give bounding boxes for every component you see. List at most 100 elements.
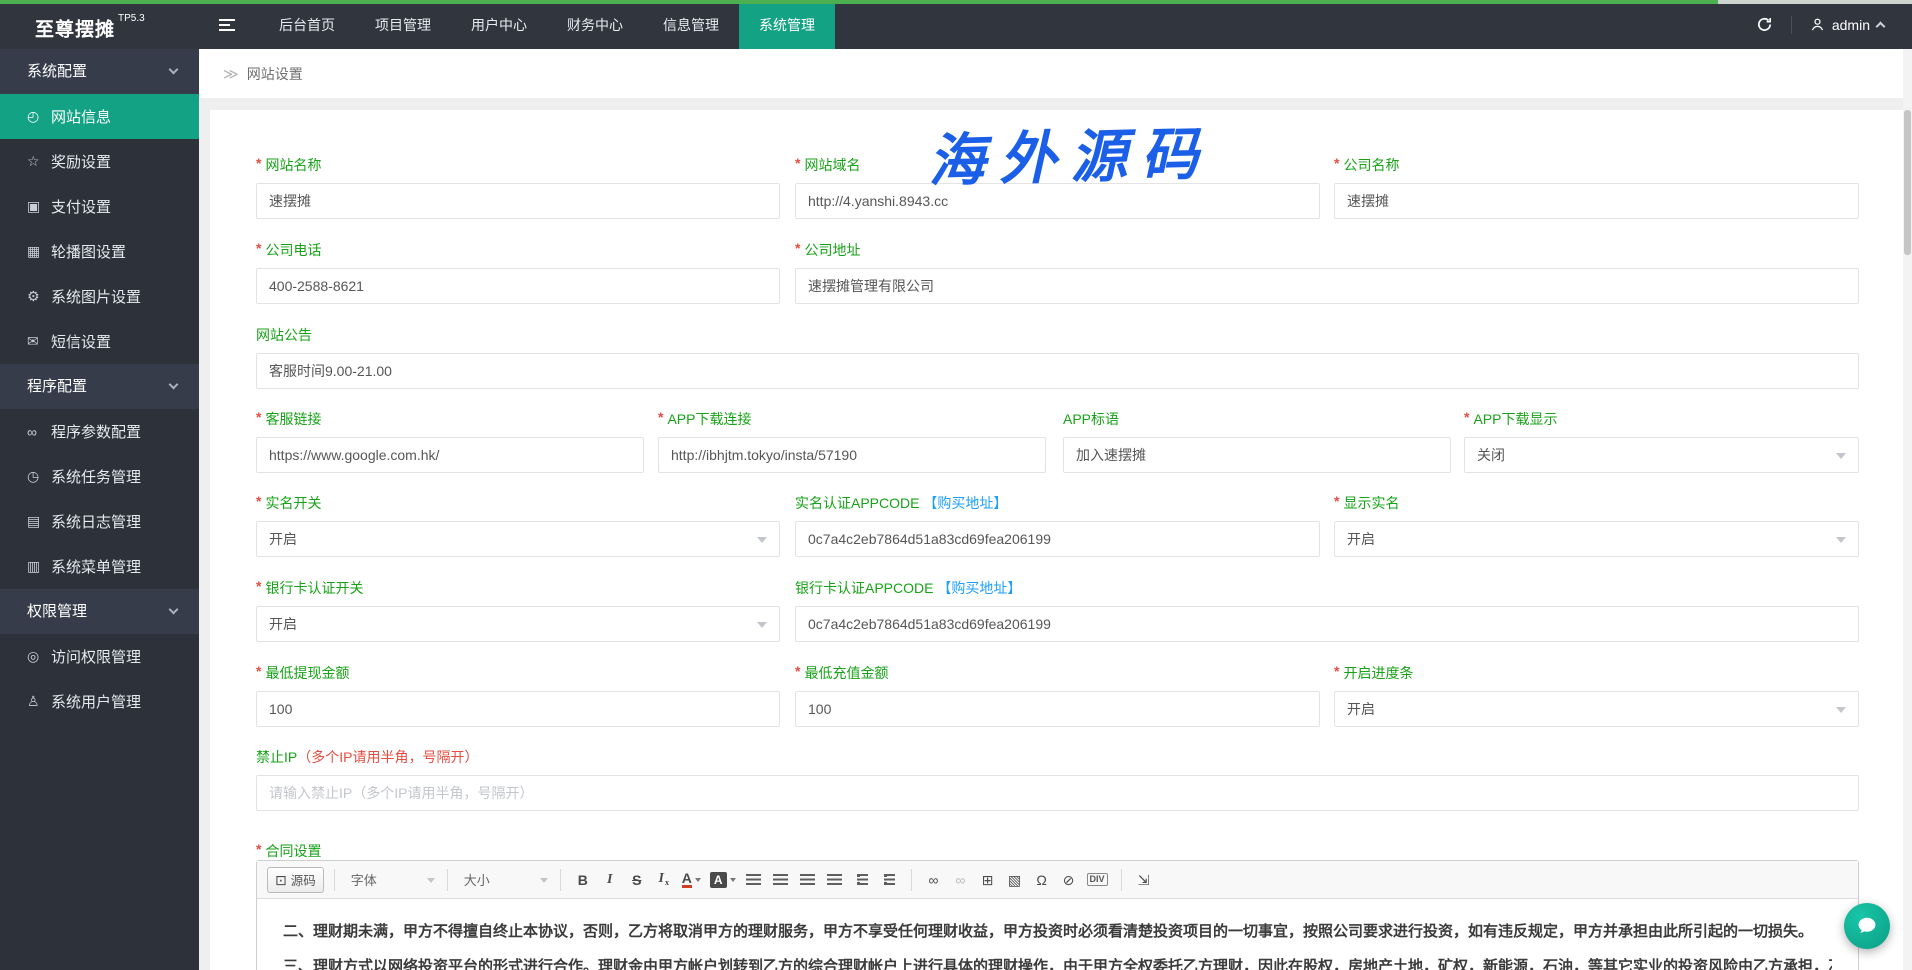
sidebar-item-system-menus[interactable]: ▥ 系统菜单管理 xyxy=(0,544,199,589)
service-link-input[interactable] xyxy=(256,437,644,473)
min-withdraw-label-text: 最低提现金额 xyxy=(265,665,350,681)
user-menu[interactable]: admin xyxy=(1810,17,1886,33)
font-size-select-label: 大小 xyxy=(463,873,490,888)
hamburger-icon[interactable] xyxy=(207,0,245,49)
flash-button[interactable]: ⊘ xyxy=(1057,868,1081,892)
site-domain-label: * 网站域名 xyxy=(795,155,860,174)
realname-appcode-input[interactable] xyxy=(795,521,1320,557)
bold-button[interactable]: B xyxy=(571,868,595,892)
sidebar-item-reward-settings[interactable]: ☆ 奖励设置 xyxy=(0,139,199,184)
sidebar-item-system-tasks[interactable]: ◷ 系统任务管理 xyxy=(0,454,199,499)
realname-switch-selected-value: 开启 xyxy=(269,531,297,547)
nav-item-finance-center[interactable]: 财务中心 xyxy=(547,0,643,49)
forbidden-ip-label-text: （多个IP请用半角，号隔开） xyxy=(297,749,479,765)
sidebar-item-access-rights[interactable]: ◎ 访问权限管理 xyxy=(0,634,199,679)
editor-content[interactable]: 二、理财期未满，甲方不得擅自终止本协议，否则，乙方将取消甲方的理财服务，甲方不享… xyxy=(257,899,1858,970)
toolbar-separator xyxy=(446,868,448,891)
scrollbar-track[interactable] xyxy=(1903,49,1912,970)
app-download-link-label: * APP下载连接 xyxy=(658,409,751,428)
company-address-input[interactable] xyxy=(795,268,1859,304)
sidebar-item-sms-settings[interactable]: ✉ 短信设置 xyxy=(0,319,199,364)
remove-format-button[interactable]: I xyxy=(652,868,676,892)
sidebar-item-system-image-settings[interactable]: ⚙ 系统图片设置 xyxy=(0,274,199,319)
sidebar-item-program-params[interactable]: ∞ 程序参数配置 xyxy=(0,409,199,454)
sidebar-section-system-config[interactable]: 系统配置 xyxy=(0,49,199,94)
ordered-list-button[interactable] xyxy=(850,868,874,892)
scrollbar-thumb[interactable] xyxy=(1904,110,1911,255)
strikethrough-button[interactable]: S xyxy=(625,868,649,892)
progress-bar-select[interactable]: 开启 xyxy=(1334,691,1859,727)
bankcard-appcode-input[interactable] xyxy=(795,606,1859,642)
topbar: 至尊摆摊TP5.3 后台首页 项目管理 用户中心 财务中心 信息管理 系统管理 admin xyxy=(0,0,1912,49)
special-char-icon: Ω xyxy=(1036,871,1047,888)
app-slogan-input[interactable] xyxy=(1063,437,1451,473)
unordered-list-icon xyxy=(884,874,896,885)
sidebar-item-site-info[interactable]: ◴ 网站信息 xyxy=(0,94,199,139)
sidebar-item-system-logs[interactable]: ▤ 系统日志管理 xyxy=(0,499,199,544)
nav-item-system-management[interactable]: 系统管理 xyxy=(739,0,835,49)
flash-icon: ⊘ xyxy=(1062,871,1075,888)
align-right-button[interactable] xyxy=(796,868,820,892)
font-family-select[interactable]: 字体 xyxy=(345,867,437,893)
nav-item-user-center[interactable]: 用户中心 xyxy=(451,0,547,49)
show-realname-select[interactable]: 开启 xyxy=(1334,521,1859,557)
service-link-label-text: 客服链接 xyxy=(265,411,322,427)
app-download-display-label: * APP下载显示 xyxy=(1464,409,1557,428)
div-container-button[interactable]: DIV xyxy=(1084,868,1111,892)
clock-icon: ◷ xyxy=(27,468,40,484)
forbidden-ip-input[interactable] xyxy=(256,775,1859,811)
maximize-button[interactable]: ⇲ xyxy=(1132,868,1156,892)
min-recharge-input[interactable] xyxy=(795,691,1320,727)
sidebar-item-carousel-settings[interactable]: ▦ 轮播图设置 xyxy=(0,229,199,274)
refresh-button[interactable] xyxy=(1756,16,1773,33)
align-justify-button[interactable] xyxy=(823,868,847,892)
company-phone-input[interactable] xyxy=(256,268,780,304)
shield-icon: ◎ xyxy=(27,648,40,664)
sidebar-item-system-users[interactable]: ♙ 系统用户管理 xyxy=(0,679,199,724)
site-notice-input[interactable] xyxy=(256,353,1859,389)
sidebar-section-program-config[interactable]: 程序配置 xyxy=(0,364,199,409)
bankcard-switch-select[interactable]: 开启 xyxy=(256,606,780,642)
text-color-button[interactable]: A xyxy=(679,868,704,892)
site-name-input[interactable] xyxy=(256,183,780,219)
nav-item-project-management[interactable]: 项目管理 xyxy=(355,0,451,49)
table-button[interactable]: ⊞ xyxy=(976,868,1000,892)
bg-color-icon: A xyxy=(709,871,727,888)
chat-button[interactable] xyxy=(1844,903,1890,949)
unlink-button[interactable]: ∞ xyxy=(949,868,973,892)
company-name-input[interactable] xyxy=(1334,183,1859,219)
site-domain-input[interactable] xyxy=(795,183,1320,219)
required-asterisk: * xyxy=(658,409,664,425)
align-left-button[interactable] xyxy=(742,868,766,892)
min-withdraw-input[interactable] xyxy=(256,691,780,727)
image-button[interactable]: ▧ xyxy=(1003,868,1027,892)
link-button[interactable]: ∞ xyxy=(922,868,946,892)
company-phone-label-text: 公司电话 xyxy=(265,242,322,258)
realname-appcode-purchase-link[interactable]: 【购买地址】 xyxy=(923,495,1007,511)
font-size-select[interactable]: 大小 xyxy=(458,867,550,893)
special-char-button[interactable]: Ω xyxy=(1030,868,1054,892)
bankcard-appcode-purchase-link[interactable]: 【购买地址】 xyxy=(937,580,1021,596)
nav-item-dashboard-home[interactable]: 后台首页 xyxy=(259,0,355,49)
sidebar-item-label: 系统用户管理 xyxy=(51,694,142,711)
app-download-display-select[interactable]: 关闭 xyxy=(1464,437,1859,473)
show-realname-label-text: 显示实名 xyxy=(1343,495,1400,511)
service-link-label: * 客服链接 xyxy=(256,409,322,428)
realname-switch-select[interactable]: 开启 xyxy=(256,521,780,557)
italic-button[interactable]: I xyxy=(598,868,622,892)
align-center-button[interactable] xyxy=(769,868,793,892)
realname-switch-label: * 实名开关 xyxy=(256,493,321,512)
sidebar-item-payment-settings[interactable]: ▣ 支付设置 xyxy=(0,184,199,229)
source-code-button[interactable]: ⊡ 源码 xyxy=(267,866,324,893)
required-asterisk: * xyxy=(256,493,262,509)
realname-appcode-label-text: 实名认证APPCODE xyxy=(795,495,924,511)
star-icon: ☆ xyxy=(27,153,40,169)
bg-color-button[interactable]: A xyxy=(707,868,739,892)
nav-item-info-management[interactable]: 信息管理 xyxy=(643,0,739,49)
unordered-list-button[interactable] xyxy=(877,868,901,892)
sidebar-section-title: 程序配置 xyxy=(27,378,88,395)
caret-down-icon xyxy=(757,537,767,543)
bankcard-switch-label: * 银行卡认证开关 xyxy=(256,578,363,597)
app-download-link-input[interactable] xyxy=(658,437,1046,473)
sidebar-section-permission-management[interactable]: 权限管理 xyxy=(0,589,199,634)
